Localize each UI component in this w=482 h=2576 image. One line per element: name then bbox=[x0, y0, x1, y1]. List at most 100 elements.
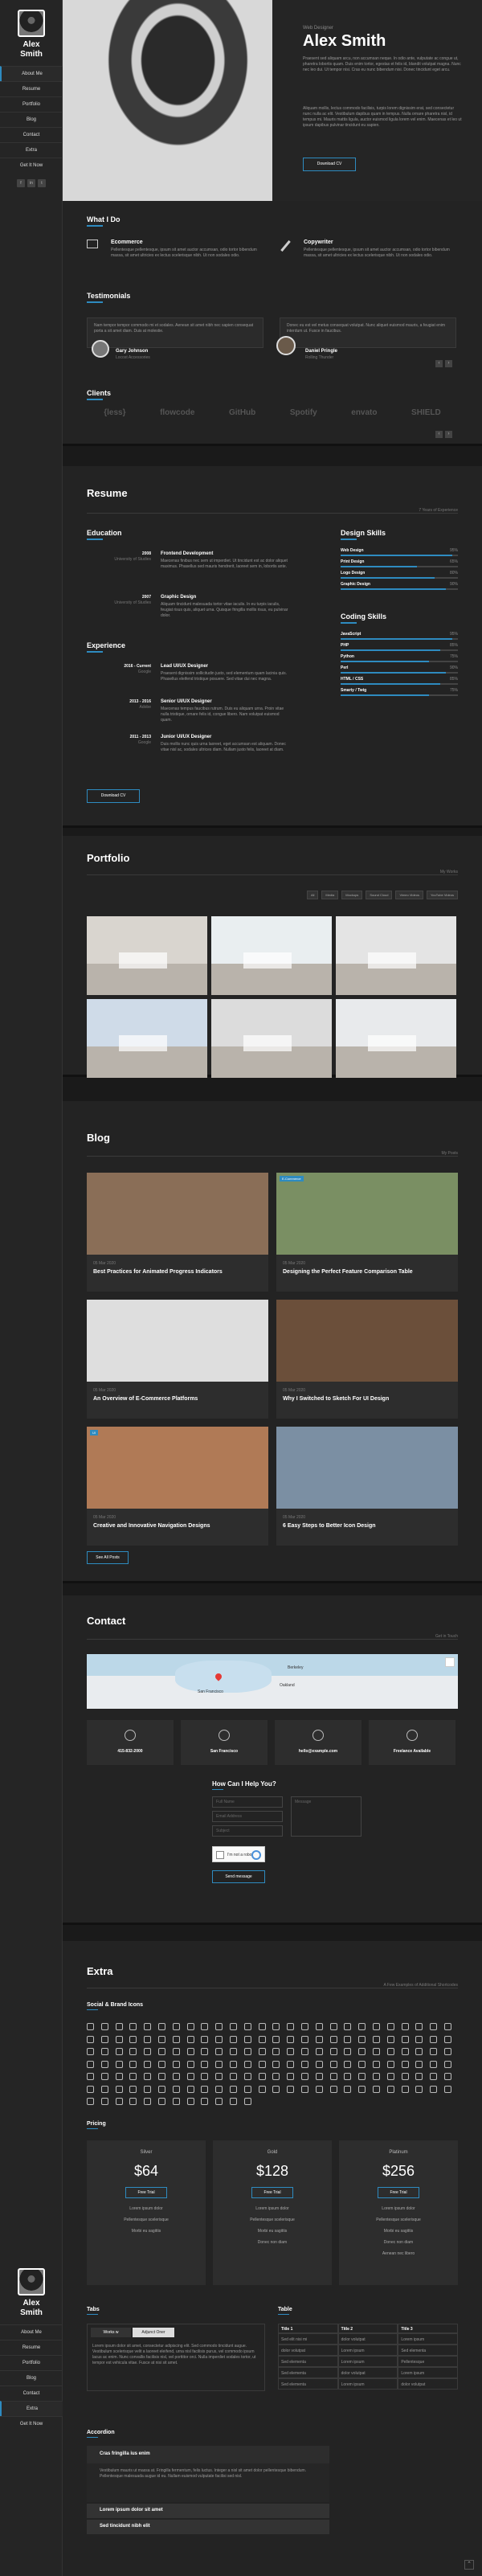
brand-icon[interactable] bbox=[129, 2085, 137, 2093]
nav-get-it-now[interactable]: Get It Now bbox=[0, 2416, 63, 2431]
brand-icon[interactable] bbox=[401, 2073, 409, 2080]
recaptcha-checkbox[interactable] bbox=[216, 1851, 224, 1859]
brand-icon[interactable] bbox=[287, 2023, 295, 2030]
blog-title[interactable]: Best Practices for Animated Progress Ind… bbox=[93, 1269, 262, 1275]
brand-icon[interactable] bbox=[272, 2085, 280, 2093]
brand-icon[interactable] bbox=[100, 2023, 108, 2030]
brand-icon[interactable] bbox=[315, 2085, 323, 2093]
brand-icon[interactable] bbox=[386, 2035, 394, 2043]
brand-icon[interactable] bbox=[115, 2048, 123, 2055]
brand-icon[interactable] bbox=[186, 2048, 194, 2055]
brand-icon[interactable] bbox=[100, 2098, 108, 2105]
brand-icon[interactable] bbox=[358, 2073, 366, 2080]
brand-icon[interactable] bbox=[373, 2023, 380, 2030]
blog-post[interactable]: 05 Mar 2020 Best Practices for Animated P… bbox=[87, 1173, 268, 1292]
client-logo[interactable]: flowcode bbox=[160, 408, 194, 417]
brand-icon[interactable] bbox=[215, 2073, 223, 2080]
nav-get-it-now[interactable]: Get It Now bbox=[0, 158, 63, 173]
portfolio-item[interactable] bbox=[211, 916, 332, 995]
brand-icon[interactable] bbox=[258, 2060, 266, 2068]
brand-icon[interactable] bbox=[329, 2035, 337, 2043]
brand-icon[interactable] bbox=[230, 2023, 237, 2030]
brand-icon[interactable] bbox=[373, 2073, 380, 2080]
brand-icon[interactable] bbox=[430, 2023, 438, 2030]
brand-icon[interactable] bbox=[158, 2098, 165, 2105]
nav-about[interactable]: About Me bbox=[0, 66, 63, 81]
filter-5[interactable]: YouTube Videos bbox=[427, 891, 458, 899]
brand-icon[interactable] bbox=[415, 2085, 423, 2093]
subject-input[interactable]: Subject bbox=[212, 1825, 283, 1837]
brand-icon[interactable] bbox=[272, 2023, 280, 2030]
brand-icon[interactable] bbox=[386, 2048, 394, 2055]
nav-blog[interactable]: Blog bbox=[0, 2370, 63, 2386]
brand-icon[interactable] bbox=[100, 2085, 108, 2093]
brand-icon[interactable] bbox=[215, 2023, 223, 2030]
brand-icon[interactable] bbox=[430, 2085, 438, 2093]
brand-icon[interactable] bbox=[430, 2048, 438, 2055]
brand-icon[interactable] bbox=[444, 2073, 451, 2080]
brand-icon[interactable] bbox=[115, 2073, 123, 2080]
brand-icon[interactable] bbox=[215, 2035, 223, 2043]
brand-icon[interactable] bbox=[301, 2035, 308, 2043]
brand-icon[interactable] bbox=[301, 2085, 308, 2093]
brand-icon[interactable] bbox=[201, 2048, 209, 2055]
brand-icon[interactable] bbox=[430, 2060, 438, 2068]
brand-icon[interactable] bbox=[172, 2060, 180, 2068]
brand-icon[interactable] bbox=[301, 2048, 308, 2055]
brand-icon[interactable] bbox=[201, 2098, 209, 2105]
filter-0[interactable]: All bbox=[306, 891, 319, 899]
brand-icon[interactable] bbox=[386, 2085, 394, 2093]
portfolio-item[interactable] bbox=[336, 916, 456, 995]
brand-icon[interactable] bbox=[258, 2073, 266, 2080]
client-logo[interactable]: SHIELD bbox=[411, 408, 441, 417]
brand-icon[interactable] bbox=[301, 2073, 308, 2080]
brand-icon[interactable] bbox=[444, 2060, 451, 2068]
brand-icon[interactable] bbox=[430, 2073, 438, 2080]
brand-icon[interactable] bbox=[201, 2073, 209, 2080]
brand-icon[interactable] bbox=[430, 2035, 438, 2043]
filter-1[interactable]: Media bbox=[321, 891, 339, 899]
nav-resume[interactable]: Resume bbox=[0, 2340, 63, 2355]
brand-icon[interactable] bbox=[172, 2035, 180, 2043]
brand-icon[interactable] bbox=[129, 2098, 137, 2105]
brand-icon[interactable] bbox=[87, 2035, 94, 2043]
brand-icon[interactable] bbox=[230, 2060, 237, 2068]
nav-extra[interactable]: Extra bbox=[0, 142, 63, 158]
brand-icon[interactable] bbox=[344, 2023, 352, 2030]
brand-icon[interactable] bbox=[87, 2048, 94, 2055]
message-textarea[interactable]: Message bbox=[291, 1796, 362, 1837]
brand-icon[interactable] bbox=[243, 2073, 251, 2080]
portfolio-item[interactable] bbox=[87, 916, 207, 995]
brand-icon[interactable] bbox=[158, 2060, 165, 2068]
brand-icon[interactable] bbox=[158, 2035, 165, 2043]
brand-icon[interactable] bbox=[144, 2098, 152, 2105]
brand-icon[interactable] bbox=[144, 2085, 152, 2093]
brand-icon[interactable] bbox=[172, 2098, 180, 2105]
nav-portfolio[interactable]: Portfolio bbox=[0, 96, 63, 112]
blog-title[interactable]: 6 Easy Steps to Better Icon Design bbox=[283, 1523, 451, 1529]
nav-extra[interactable]: Extra bbox=[0, 2401, 63, 2416]
brand-icon[interactable] bbox=[158, 2085, 165, 2093]
brand-icon[interactable] bbox=[386, 2023, 394, 2030]
brand-icon[interactable] bbox=[329, 2048, 337, 2055]
brand-icon[interactable] bbox=[243, 2098, 251, 2105]
nav-portfolio[interactable]: Portfolio bbox=[0, 2355, 63, 2370]
brand-icon[interactable] bbox=[115, 2035, 123, 2043]
brand-icon[interactable] bbox=[215, 2060, 223, 2068]
brand-icon[interactable] bbox=[272, 2073, 280, 2080]
portfolio-item[interactable] bbox=[211, 999, 332, 1078]
client-logo[interactable]: {less} bbox=[104, 408, 125, 417]
blog-post[interactable]: UI 05 Mar 2020 Creative and Innovative Nav… bbox=[87, 1427, 268, 1546]
brand-icon[interactable] bbox=[100, 2048, 108, 2055]
brand-icon[interactable] bbox=[344, 2035, 352, 2043]
brand-icon[interactable] bbox=[415, 2048, 423, 2055]
brand-icon[interactable] bbox=[201, 2060, 209, 2068]
brand-icon[interactable] bbox=[201, 2085, 209, 2093]
brand-icon[interactable] bbox=[386, 2073, 394, 2080]
brand-icon[interactable] bbox=[344, 2085, 352, 2093]
free-trial-button[interactable]: Free Trial bbox=[251, 2187, 293, 2198]
brand-icon[interactable] bbox=[358, 2048, 366, 2055]
brand-icon[interactable] bbox=[129, 2073, 137, 2080]
brand-icon[interactable] bbox=[287, 2085, 295, 2093]
brand-icon[interactable] bbox=[444, 2023, 451, 2030]
